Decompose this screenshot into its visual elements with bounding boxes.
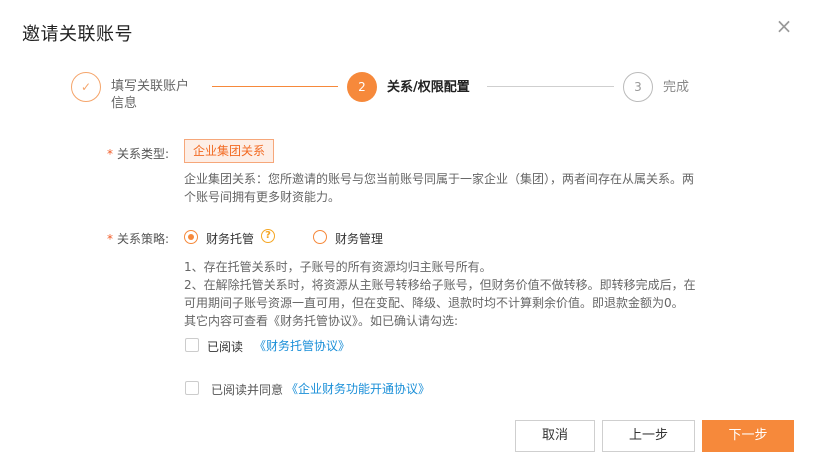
step-connector-2 <box>487 86 614 87</box>
relation-type-tag[interactable]: 企业集团关系 <box>184 139 275 163</box>
custody-agreement-checkbox[interactable] <box>185 338 199 352</box>
required-mark: * <box>107 147 113 161</box>
relation-type-desc-line1: 企业集团关系：您所邀请的账号与您当前账号同属于一家企业（集团），两者间存在从属关… <box>184 172 695 186</box>
relation-strategy-label: * 关系策略: <box>107 230 169 247</box>
step-connector-1 <box>212 86 338 87</box>
enterprise-agreement-label: 已阅读并同意 <box>211 383 284 397</box>
enterprise-agreement-link[interactable]: 《企业财务功能开通协议》 <box>286 380 430 397</box>
previous-step-button[interactable]: 上一步 <box>602 420 695 452</box>
custody-agreement-check-label: 已阅读 <box>207 340 244 354</box>
help-icon[interactable]: ? <box>261 229 275 243</box>
close-icon[interactable]: × <box>774 16 794 36</box>
step-1-label: 填写关联账户 信息 <box>111 78 211 112</box>
strategy-desc-line3: 可用期间子账号资源一直可用，但在变配、降级、退款时均不计算剩余价值。即退款金额为… <box>184 296 684 310</box>
radio-finance-management[interactable] <box>313 230 327 244</box>
step-1-label-line2: 信息 <box>111 96 138 111</box>
enterprise-agreement-checkbox[interactable] <box>185 381 199 395</box>
radio-finance-management-label[interactable]: 财务管理 <box>335 230 383 247</box>
relation-type-description: 企业集团关系：您所邀请的账号与您当前账号同属于一家企业（集团），两者间存在从属关… <box>184 170 694 206</box>
step-3-label: 完成 <box>663 80 690 95</box>
radio-finance-custody-label[interactable]: 财务托管 <box>206 230 254 247</box>
cancel-button[interactable]: 取消 <box>515 420 595 452</box>
dialog-title: 邀请关联账号 <box>22 24 133 45</box>
relation-type-label: * 关系类型: <box>107 145 169 162</box>
radio-finance-custody[interactable] <box>184 230 198 244</box>
relation-strategy-description: 1、存在托管关系时，子账号的所有资源均归主账号所有。 2、在解除托管关系时，将资… <box>184 258 696 330</box>
custody-agreement-link[interactable]: 《财务托管协议》 <box>254 337 350 354</box>
step-2-circle: 2 <box>347 72 377 102</box>
relation-type-desc-line2: 个账号间拥有更多财资能力。 <box>184 190 341 204</box>
relation-type-label-text: 关系类型: <box>117 147 170 161</box>
step-3-circle: 3 <box>623 72 653 102</box>
next-step-button[interactable]: 下一步 <box>702 420 794 452</box>
strategy-desc-line4: 其它内容可查看《财务托管协议》。如已确认请勾选: <box>184 314 459 328</box>
strategy-desc-line2: 2、在解除托管关系时，将资源从主账号转移给子账号，但财务价值不做转移。即转移完成… <box>184 278 696 292</box>
relation-strategy-label-text: 关系策略: <box>117 232 170 246</box>
strategy-desc-line1: 1、存在托管关系时，子账号的所有资源均归主账号所有。 <box>184 260 492 274</box>
step-1-check-icon: ✓ <box>71 72 101 102</box>
step-1-label-line1: 填写关联账户 <box>111 79 190 94</box>
step-2-label: 关系/权限配置 <box>387 80 470 95</box>
required-mark: * <box>107 232 113 246</box>
